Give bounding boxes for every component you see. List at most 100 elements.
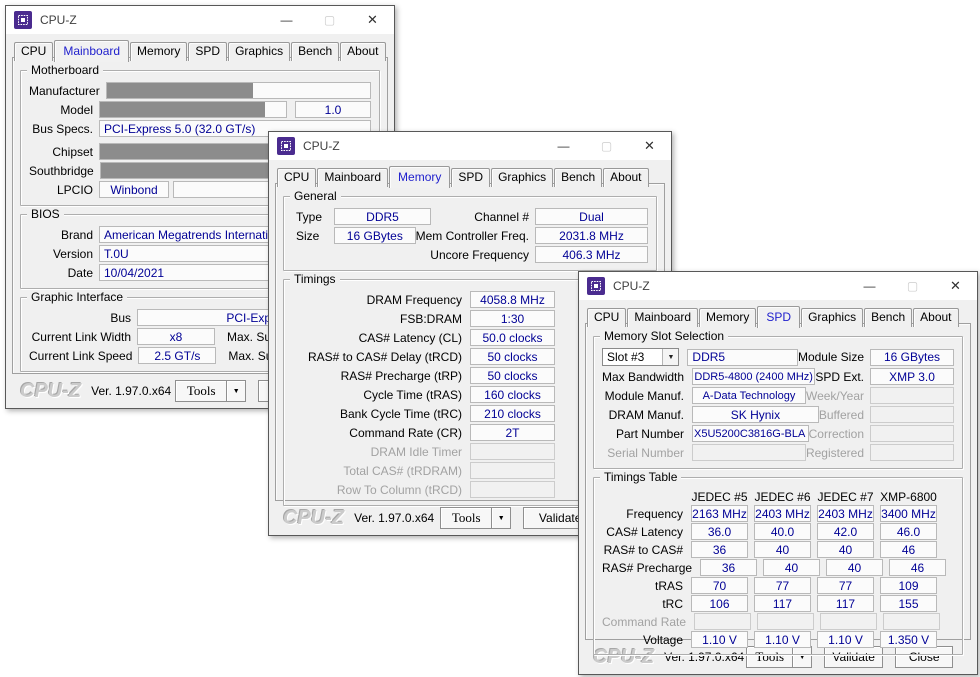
general-group: General Type DDR5 Channel # Dual Size 16… [283,196,657,271]
manufacturer-field[interactable] [106,82,371,99]
table-cell[interactable]: 1.10 V [817,631,874,648]
table-row-label-disabled: Command Rate [602,615,694,629]
mem-controller-freq-field[interactable]: 2031.8 MHz [535,227,648,244]
dram-manuf-field[interactable]: SK Hynix [692,406,819,423]
tab-bench[interactable]: Bench [554,168,602,187]
tools-button[interactable]: Tools [175,380,227,402]
table-cell[interactable]: 2403 MHz [817,505,874,522]
redacted-value [106,82,253,99]
tab-graphics[interactable]: Graphics [801,308,863,327]
link-width-field[interactable]: x8 [137,328,215,345]
timing-field[interactable]: 50 clocks [470,348,555,365]
close-icon[interactable]: ✕ [628,132,671,160]
timing-field[interactable]: 4058.8 MHz [470,291,555,308]
model-field[interactable] [99,101,287,118]
tab-about[interactable]: About [913,308,958,327]
type-field[interactable]: DDR5 [334,208,431,225]
table-cell[interactable]: 40 [826,559,883,576]
minimize-icon[interactable]: — [265,6,308,34]
table-cell[interactable]: 1.10 V [754,631,811,648]
table-cell[interactable]: 77 [754,577,811,594]
table-cell[interactable]: 3400 MHz [880,505,937,522]
titlebar[interactable]: CPU-Z — ▢ ✕ [269,132,671,160]
timing-field[interactable]: 1:30 [470,310,555,327]
southbridge-label: Southbridge [29,164,100,178]
timing-field[interactable]: 2T [470,424,555,441]
table-cell[interactable]: 40 [754,541,811,558]
max-bandwidth-field[interactable]: DDR5-4800 (2400 MHz) [692,368,815,385]
table-cell[interactable]: 1.350 V [880,631,937,648]
tab-memory[interactable]: Memory [699,308,756,327]
spd-ext-field[interactable]: XMP 3.0 [870,368,954,385]
tab-memory[interactable]: Memory [130,42,187,61]
tools-dropdown-arrow[interactable]: ▼ [226,380,246,402]
table-cell[interactable]: 2163 MHz [691,505,748,522]
size-field[interactable]: 16 GBytes [334,227,416,244]
table-cell[interactable]: 109 [880,577,937,594]
table-cell[interactable]: 40.0 [754,523,811,540]
model-version-field[interactable]: 1.0 [295,101,371,118]
tab-cpu[interactable]: CPU [14,42,53,61]
table-cell[interactable]: 46.0 [880,523,937,540]
close-icon[interactable]: ✕ [351,6,394,34]
table-cell[interactable]: 36.0 [691,523,748,540]
timing-field[interactable]: 50 clocks [470,367,555,384]
maximize-icon: ▢ [585,132,628,160]
table-cell[interactable]: 117 [817,595,874,612]
column-header-jedec6: JEDEC #6 [754,490,811,504]
memory-type-field[interactable]: DDR5 [687,349,798,366]
tab-mainboard[interactable]: Mainboard [317,168,388,187]
channel-field[interactable]: Dual [535,208,648,225]
close-icon[interactable]: ✕ [934,272,977,300]
tab-graphics[interactable]: Graphics [228,42,290,61]
table-cell[interactable]: 46 [889,559,946,576]
uncore-frequency-field[interactable]: 406.3 MHz [535,246,648,263]
table-cell[interactable]: 36 [691,541,748,558]
table-cell[interactable]: 1.10 V [691,631,748,648]
minimize-icon[interactable]: — [542,132,585,160]
table-cell[interactable]: 70 [691,577,748,594]
tab-mainboard[interactable]: Mainboard [627,308,698,327]
tab-about[interactable]: About [603,168,648,187]
tab-cpu[interactable]: CPU [587,308,626,327]
minimize-icon[interactable]: — [848,272,891,300]
table-cell[interactable]: 36 [700,559,757,576]
chevron-down-icon[interactable]: ▼ [662,349,678,365]
tab-memory[interactable]: Memory [389,166,450,188]
table-cell[interactable]: 40 [817,541,874,558]
tools-button[interactable]: Tools [440,507,492,529]
tab-bench[interactable]: Bench [864,308,912,327]
group-legend: Timings [290,273,340,286]
cpuz-window-spd: CPU-Z — ▢ ✕ CPU Mainboard Memory SPD Gra… [578,271,978,675]
table-cell[interactable]: 106 [691,595,748,612]
tab-about[interactable]: About [340,42,385,61]
tab-bench[interactable]: Bench [291,42,339,61]
table-cell[interactable]: 2403 MHz [754,505,811,522]
module-manuf-field[interactable]: A-Data Technology [692,387,806,404]
slot-select-dropdown[interactable]: Slot #3 ▼ [602,348,679,366]
redacted-value [100,162,272,179]
spd-ext-label: SPD Ext. [815,370,870,384]
timing-field[interactable]: 160 clocks [470,386,555,403]
tab-graphics[interactable]: Graphics [491,168,553,187]
table-cell[interactable]: 155 [880,595,937,612]
link-speed-field[interactable]: 2.5 GT/s [138,347,216,364]
tools-dropdown-arrow[interactable]: ▼ [491,507,511,529]
tab-spd[interactable]: SPD [757,306,800,328]
table-cell[interactable]: 40 [763,559,820,576]
tab-spd[interactable]: SPD [451,168,490,187]
table-cell[interactable]: 46 [880,541,937,558]
lpcio-field[interactable]: Winbond [99,181,169,198]
part-number-field[interactable]: X5U5200C3816G-BLA [692,425,809,442]
tab-mainboard[interactable]: Mainboard [54,40,129,62]
timing-field[interactable]: 50.0 clocks [470,329,555,346]
tab-spd[interactable]: SPD [188,42,227,61]
table-cell[interactable]: 117 [754,595,811,612]
table-cell[interactable]: 77 [817,577,874,594]
timing-field[interactable]: 210 clocks [470,405,555,422]
titlebar[interactable]: CPU-Z — ▢ ✕ [579,272,977,300]
tab-cpu[interactable]: CPU [277,168,316,187]
table-cell[interactable]: 42.0 [817,523,874,540]
titlebar[interactable]: CPU-Z — ▢ ✕ [6,6,394,34]
module-size-field[interactable]: 16 GBytes [870,349,954,366]
